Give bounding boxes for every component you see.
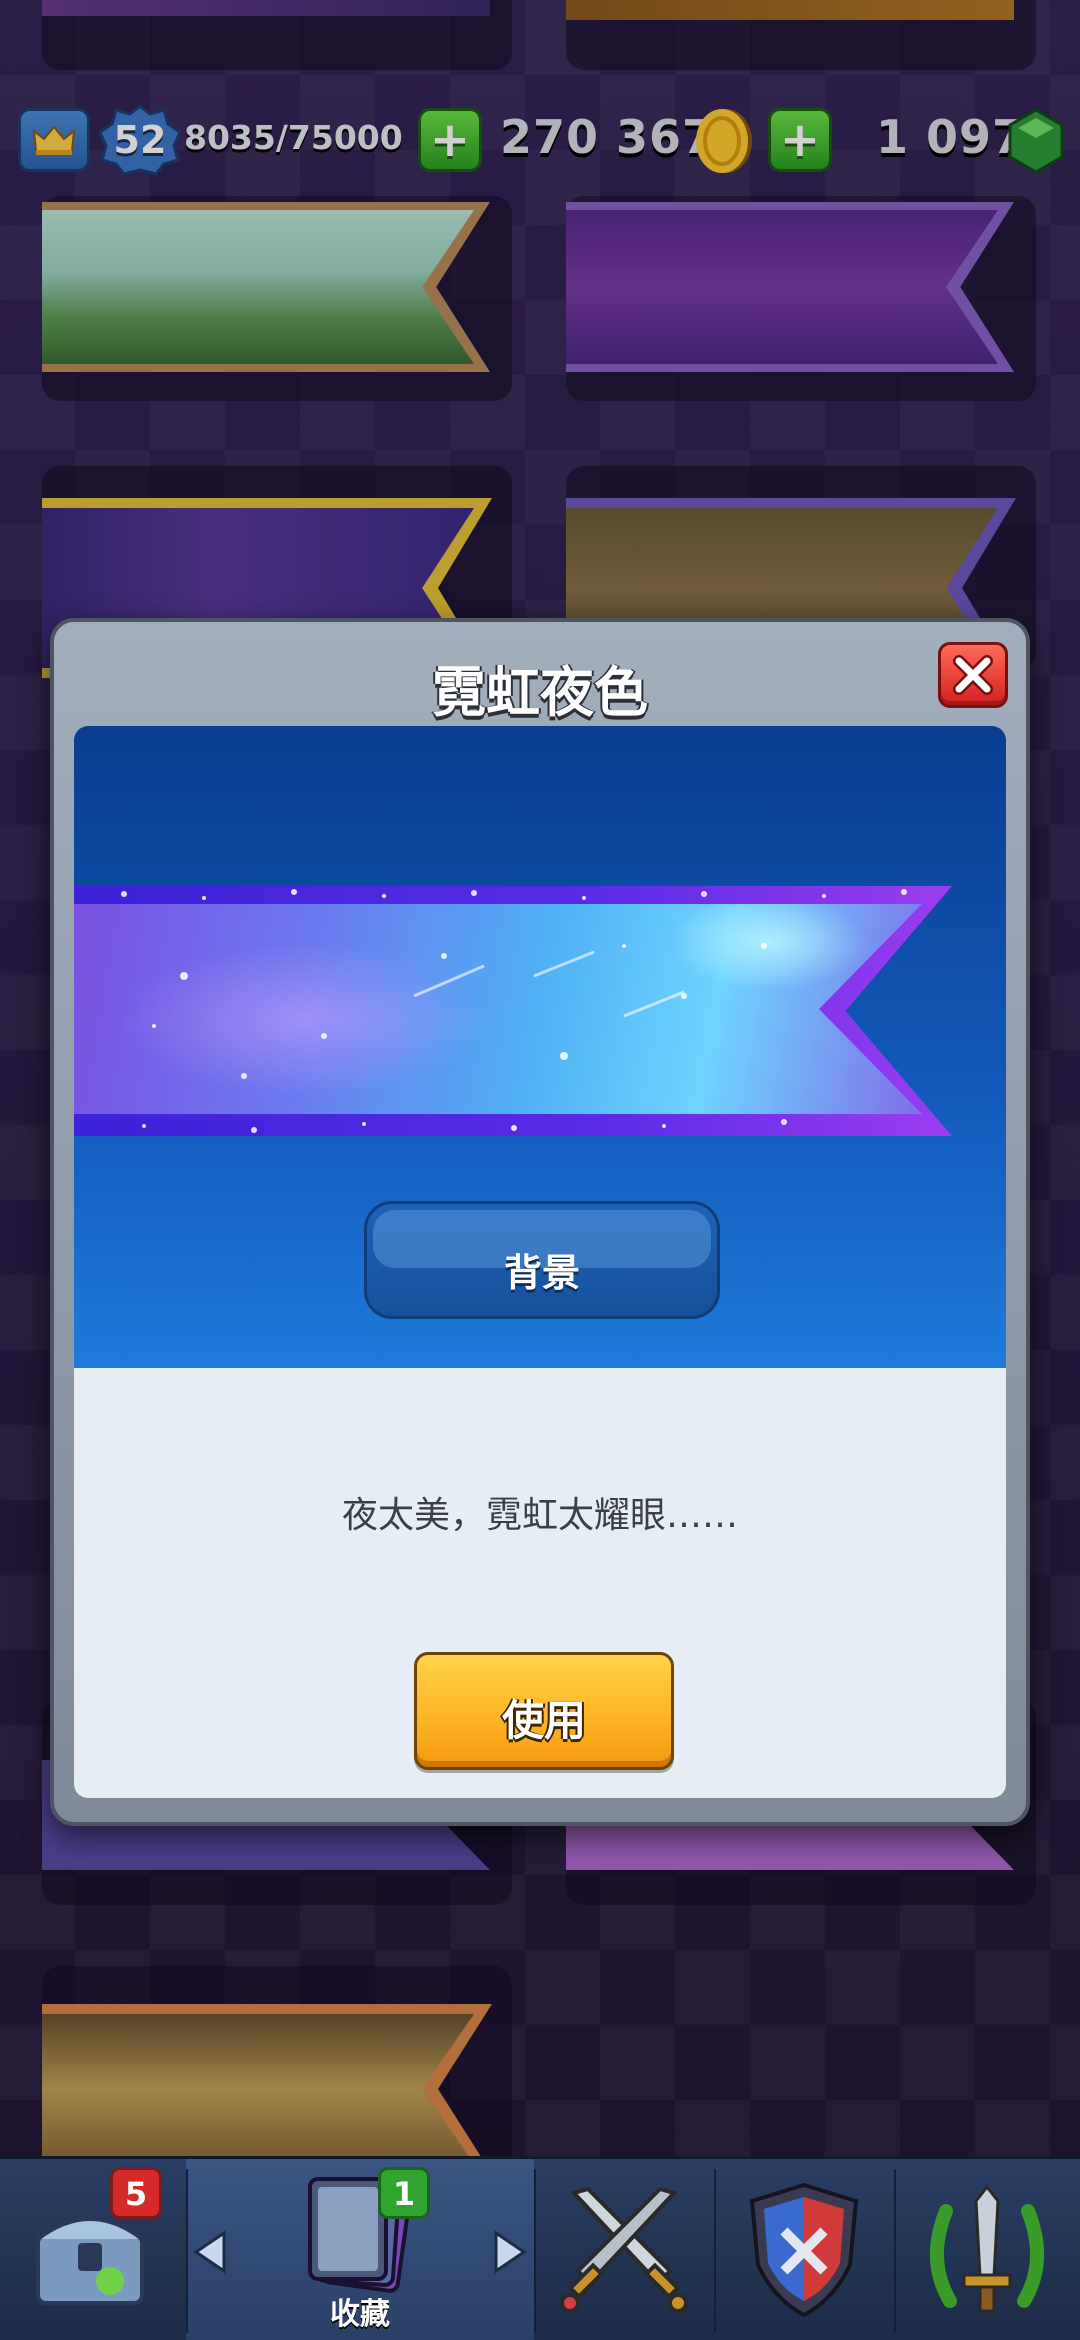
arrow-left-icon[interactable] — [192, 2229, 228, 2275]
nav-tab-events[interactable] — [894, 2159, 1080, 2340]
item-type-pill: 背景 — [364, 1201, 720, 1319]
close-icon — [953, 655, 993, 695]
collection-count-badge: 1 — [378, 2167, 430, 2219]
item-type-label: 背景 — [503, 1251, 580, 1295]
item-preview: 背景 — [74, 726, 1006, 1368]
chest-count-badge: 5 — [110, 2167, 162, 2219]
nav-tab-clan[interactable] — [714, 2159, 894, 2340]
collection-tab-label: 收藏 — [330, 2297, 390, 2332]
nav-tab-battle[interactable] — [534, 2159, 714, 2340]
crossed-swords-icon — [560, 2186, 688, 2313]
use-button[interactable]: 使用 — [414, 1652, 674, 1770]
arrow-right-icon[interactable] — [492, 2229, 528, 2275]
use-button-label: 使用 — [501, 1696, 586, 1745]
item-description: 夜太美，霓虹太耀眼…… — [341, 1495, 738, 1536]
nav-tab-chests[interactable]: 5 — [0, 2159, 186, 2340]
item-detail-modal: 霓虹夜色 背景 夜太美，霓虹太耀眼…… 使用 — [50, 618, 1030, 1826]
nav-tab-collection[interactable]: 1 收藏 — [186, 2159, 534, 2340]
clan-shield-icon — [749, 2182, 859, 2318]
bottom-nav: 5 1 收藏 — [0, 2156, 1080, 2340]
close-button[interactable] — [938, 642, 1008, 708]
modal-content: 背景 夜太美，霓虹太耀眼…… 使用 — [74, 726, 1006, 1798]
sparkle-decoration — [121, 889, 907, 1133]
laurel-sword-icon — [930, 2184, 1044, 2313]
modal-title: 霓虹夜色 — [432, 661, 648, 724]
